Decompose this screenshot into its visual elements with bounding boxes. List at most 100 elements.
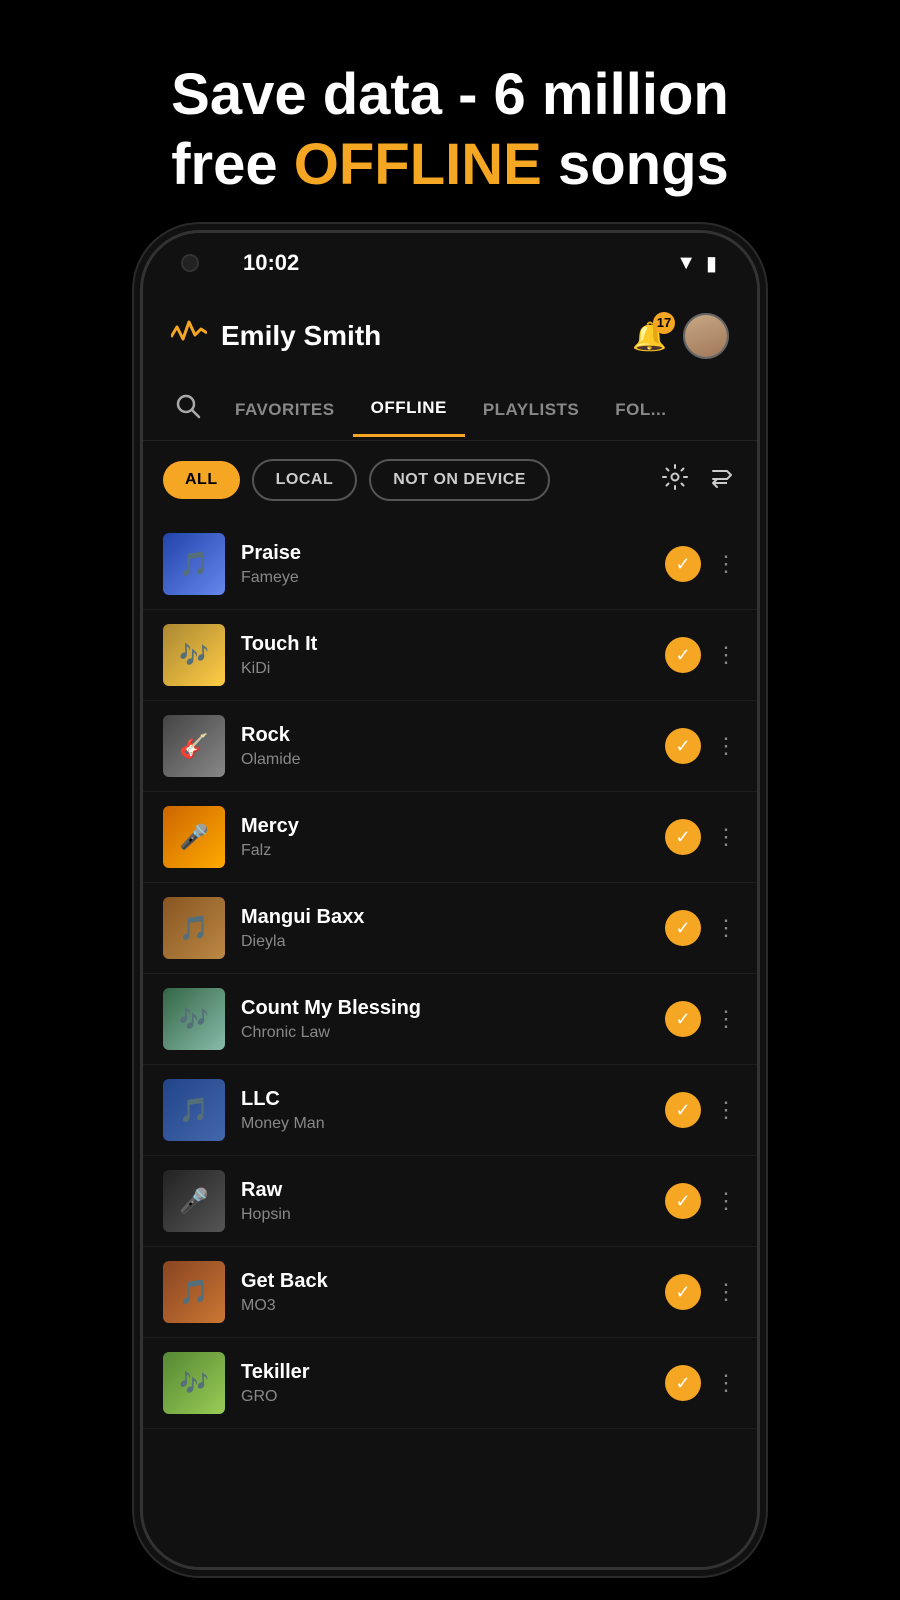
song-thumbnail: 🎤 (163, 806, 225, 868)
notification-badge: 17 (653, 312, 675, 334)
filter-all-button[interactable]: ALL (163, 461, 240, 499)
search-button[interactable] (159, 379, 217, 440)
song-actions: ✓ ⋮ (665, 1365, 737, 1401)
song-list: 🎵 Praise Fameye ✓ ⋮ 🎶 Touch It KiDi ✓ ⋮ (143, 519, 757, 1429)
song-thumbnail: 🎵 (163, 1079, 225, 1141)
song-info: Rock Olamide (241, 724, 649, 769)
song-item[interactable]: 🎤 Raw Hopsin ✓ ⋮ (143, 1156, 757, 1247)
song-artist: Hopsin (241, 1206, 649, 1224)
song-artist: Olamide (241, 751, 649, 769)
download-check-icon[interactable]: ✓ (665, 546, 701, 582)
song-thumbnail: 🎶 (163, 988, 225, 1050)
song-info: Mercy Falz (241, 815, 649, 860)
song-title: Rock (241, 724, 649, 747)
song-title: LLC (241, 1088, 649, 1111)
more-options-icon[interactable]: ⋮ (715, 1370, 737, 1396)
song-item[interactable]: 🎵 Get Back MO3 ✓ ⋮ (143, 1247, 757, 1338)
avatar-face (685, 315, 727, 357)
promo-section: Save data - 6 million free OFFLINE songs (0, 0, 900, 239)
more-options-icon[interactable]: ⋮ (715, 642, 737, 668)
song-artist: Chronic Law (241, 1024, 649, 1042)
download-check-icon[interactable]: ✓ (665, 1274, 701, 1310)
song-title: Count My Blessing (241, 997, 649, 1020)
status-icons: ▼ ▮ (676, 251, 717, 276)
song-artist: MO3 (241, 1297, 649, 1315)
wifi-icon: ▼ (676, 252, 696, 275)
promo-offline-highlight: OFFLINE (294, 132, 542, 197)
song-actions: ✓ ⋮ (665, 1001, 737, 1037)
song-thumbnail: 🎸 (163, 715, 225, 777)
download-check-icon[interactable]: ✓ (665, 910, 701, 946)
tab-following[interactable]: FOL... (597, 384, 684, 436)
filter-icons (661, 463, 737, 498)
song-artist: Money Man (241, 1115, 649, 1133)
song-actions: ✓ ⋮ (665, 1183, 737, 1219)
download-check-icon[interactable]: ✓ (665, 1183, 701, 1219)
avatar[interactable] (683, 313, 729, 359)
app-header: Emily Smith 🔔 17 (143, 293, 757, 379)
tab-offline[interactable]: OFFLINE (353, 382, 465, 437)
download-check-icon[interactable]: ✓ (665, 819, 701, 855)
song-title: Mangui Baxx (241, 906, 649, 929)
tabs-row: FAVORITES OFFLINE PLAYLISTS FOL... (143, 379, 757, 441)
settings-icon[interactable] (661, 463, 689, 498)
promo-line2-end: songs (542, 132, 729, 197)
app-logo-icon (171, 317, 207, 355)
song-item[interactable]: 🎵 Mangui Baxx Dieyla ✓ ⋮ (143, 883, 757, 974)
more-options-icon[interactable]: ⋮ (715, 824, 737, 850)
more-options-icon[interactable]: ⋮ (715, 551, 737, 577)
shuffle-icon[interactable] (709, 463, 737, 498)
song-actions: ✓ ⋮ (665, 1274, 737, 1310)
filter-not-on-device-button[interactable]: NOT ON DEVICE (369, 459, 550, 501)
song-item[interactable]: 🎶 Tekiller GRO ✓ ⋮ (143, 1338, 757, 1429)
song-info: Raw Hopsin (241, 1179, 649, 1224)
song-title: Get Back (241, 1270, 649, 1293)
tab-playlists[interactable]: PLAYLISTS (465, 384, 597, 436)
download-check-icon[interactable]: ✓ (665, 728, 701, 764)
more-options-icon[interactable]: ⋮ (715, 1279, 737, 1305)
song-item[interactable]: 🎸 Rock Olamide ✓ ⋮ (143, 701, 757, 792)
download-check-icon[interactable]: ✓ (665, 637, 701, 673)
more-options-icon[interactable]: ⋮ (715, 915, 737, 941)
song-artist: Fameye (241, 569, 649, 587)
download-check-icon[interactable]: ✓ (665, 1365, 701, 1401)
song-item[interactable]: 🎵 LLC Money Man ✓ ⋮ (143, 1065, 757, 1156)
more-options-icon[interactable]: ⋮ (715, 1188, 737, 1214)
more-options-icon[interactable]: ⋮ (715, 733, 737, 759)
song-thumbnail: 🎵 (163, 1261, 225, 1323)
song-title: Mercy (241, 815, 649, 838)
song-thumbnail: 🎵 (163, 533, 225, 595)
tab-favorites[interactable]: FAVORITES (217, 384, 353, 436)
song-title: Raw (241, 1179, 649, 1202)
more-options-icon[interactable]: ⋮ (715, 1006, 737, 1032)
download-check-icon[interactable]: ✓ (665, 1001, 701, 1037)
song-info: Tekiller GRO (241, 1361, 649, 1406)
song-artist: GRO (241, 1388, 649, 1406)
promo-line1: Save data - 6 million (171, 62, 729, 127)
song-actions: ✓ ⋮ (665, 1092, 737, 1128)
song-info: LLC Money Man (241, 1088, 649, 1133)
phone-frame: 10:02 ▼ ▮ Emily Smith (140, 230, 760, 1570)
song-item[interactable]: 🎶 Touch It KiDi ✓ ⋮ (143, 610, 757, 701)
song-artist: KiDi (241, 660, 649, 678)
song-item[interactable]: 🎵 Praise Fameye ✓ ⋮ (143, 519, 757, 610)
song-thumbnail: 🎶 (163, 624, 225, 686)
song-actions: ✓ ⋮ (665, 728, 737, 764)
song-info: Mangui Baxx Dieyla (241, 906, 649, 951)
more-options-icon[interactable]: ⋮ (715, 1097, 737, 1123)
song-info: Get Back MO3 (241, 1270, 649, 1315)
camera-dot (181, 254, 199, 272)
filter-local-button[interactable]: LOCAL (252, 459, 358, 501)
battery-icon: ▮ (706, 251, 717, 276)
download-check-icon[interactable]: ✓ (665, 1092, 701, 1128)
song-title: Touch It (241, 633, 649, 656)
header-left: Emily Smith (171, 317, 381, 355)
app-content: Emily Smith 🔔 17 (143, 293, 757, 1567)
song-item[interactable]: 🎤 Mercy Falz ✓ ⋮ (143, 792, 757, 883)
status-time: 10:02 (243, 250, 299, 276)
notification-wrapper[interactable]: 🔔 17 (632, 320, 667, 353)
header-right: 🔔 17 (632, 313, 729, 359)
filter-row: ALL LOCAL NOT ON DEVICE (143, 441, 757, 519)
song-item[interactable]: 🎶 Count My Blessing Chronic Law ✓ ⋮ (143, 974, 757, 1065)
promo-line2-plain: free (171, 132, 294, 197)
